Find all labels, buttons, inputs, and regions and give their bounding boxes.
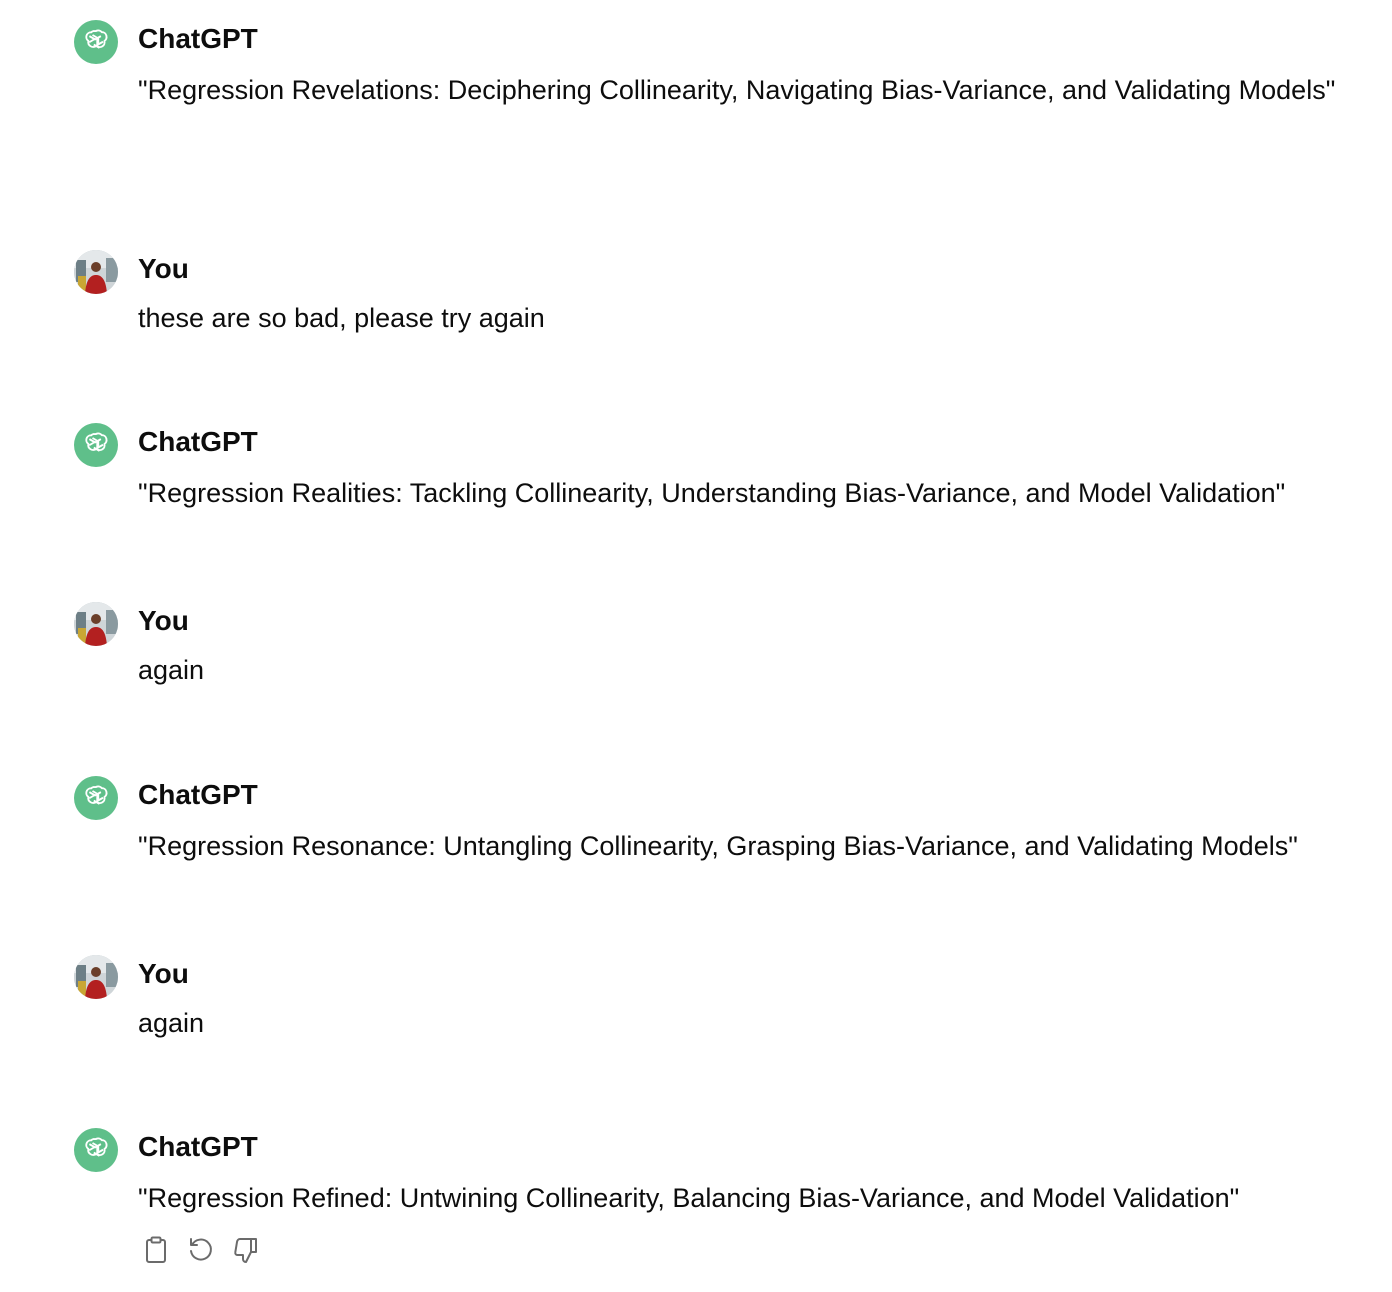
clipboard-icon	[146, 1236, 166, 1263]
message-author: You	[138, 253, 189, 284]
message-actions	[140, 1234, 262, 1266]
message-text: "Regression Revelations: Deciphering Col…	[138, 75, 1336, 105]
openai-logo-icon	[85, 432, 108, 452]
message-text: again	[138, 1008, 205, 1038]
openai-logo-icon	[85, 785, 108, 805]
chatgpt-avatar	[74, 1128, 118, 1172]
user-message: You again	[74, 955, 1374, 1045]
user-message: You again	[74, 602, 1374, 692]
message-text: again	[138, 655, 205, 685]
message-author: You	[138, 605, 189, 636]
thumbs-down-button[interactable]	[230, 1234, 262, 1266]
user-avatar	[74, 955, 118, 999]
assistant-message: ChatGPT "Regression Refined: Untwining C…	[74, 1128, 1374, 1228]
message-author: You	[138, 958, 189, 989]
chatgpt-avatar	[74, 20, 118, 64]
chatgpt-avatar	[74, 776, 118, 820]
user-avatar	[74, 602, 118, 646]
message-text: "Regression Refined: Untwining Collinear…	[138, 1183, 1240, 1213]
user-avatar	[74, 250, 118, 294]
copy-button[interactable]	[140, 1234, 172, 1266]
openai-logo-icon	[85, 1137, 108, 1157]
message-author: ChatGPT	[138, 779, 258, 810]
openai-logo-icon	[85, 29, 108, 49]
message-author: ChatGPT	[138, 426, 258, 457]
user-photo-icon	[74, 955, 118, 999]
thumbs-down-icon	[234, 1238, 257, 1263]
regenerate-icon	[190, 1238, 212, 1261]
message-author: ChatGPT	[138, 1131, 258, 1162]
assistant-message: ChatGPT "Regression Resonance: Untanglin…	[74, 776, 1374, 876]
assistant-message: ChatGPT "Regression Realities: Tackling …	[74, 423, 1374, 523]
message-text: these are so bad, please try again	[138, 303, 545, 333]
user-message: You these are so bad, please try again	[74, 250, 1374, 340]
message-author: ChatGPT	[138, 23, 258, 54]
chatgpt-avatar	[74, 423, 118, 467]
assistant-message: ChatGPT "Regression Revelations: Deciphe…	[74, 20, 1374, 160]
user-photo-icon	[74, 602, 118, 646]
message-text: "Regression Realities: Tackling Collinea…	[138, 478, 1286, 508]
message-text: "Regression Resonance: Untangling Collin…	[138, 831, 1298, 861]
regenerate-button[interactable]	[185, 1234, 217, 1266]
user-photo-icon	[74, 250, 118, 294]
chat-thread: ChatGPT "Regression Revelations: Deciphe…	[0, 0, 1392, 1292]
